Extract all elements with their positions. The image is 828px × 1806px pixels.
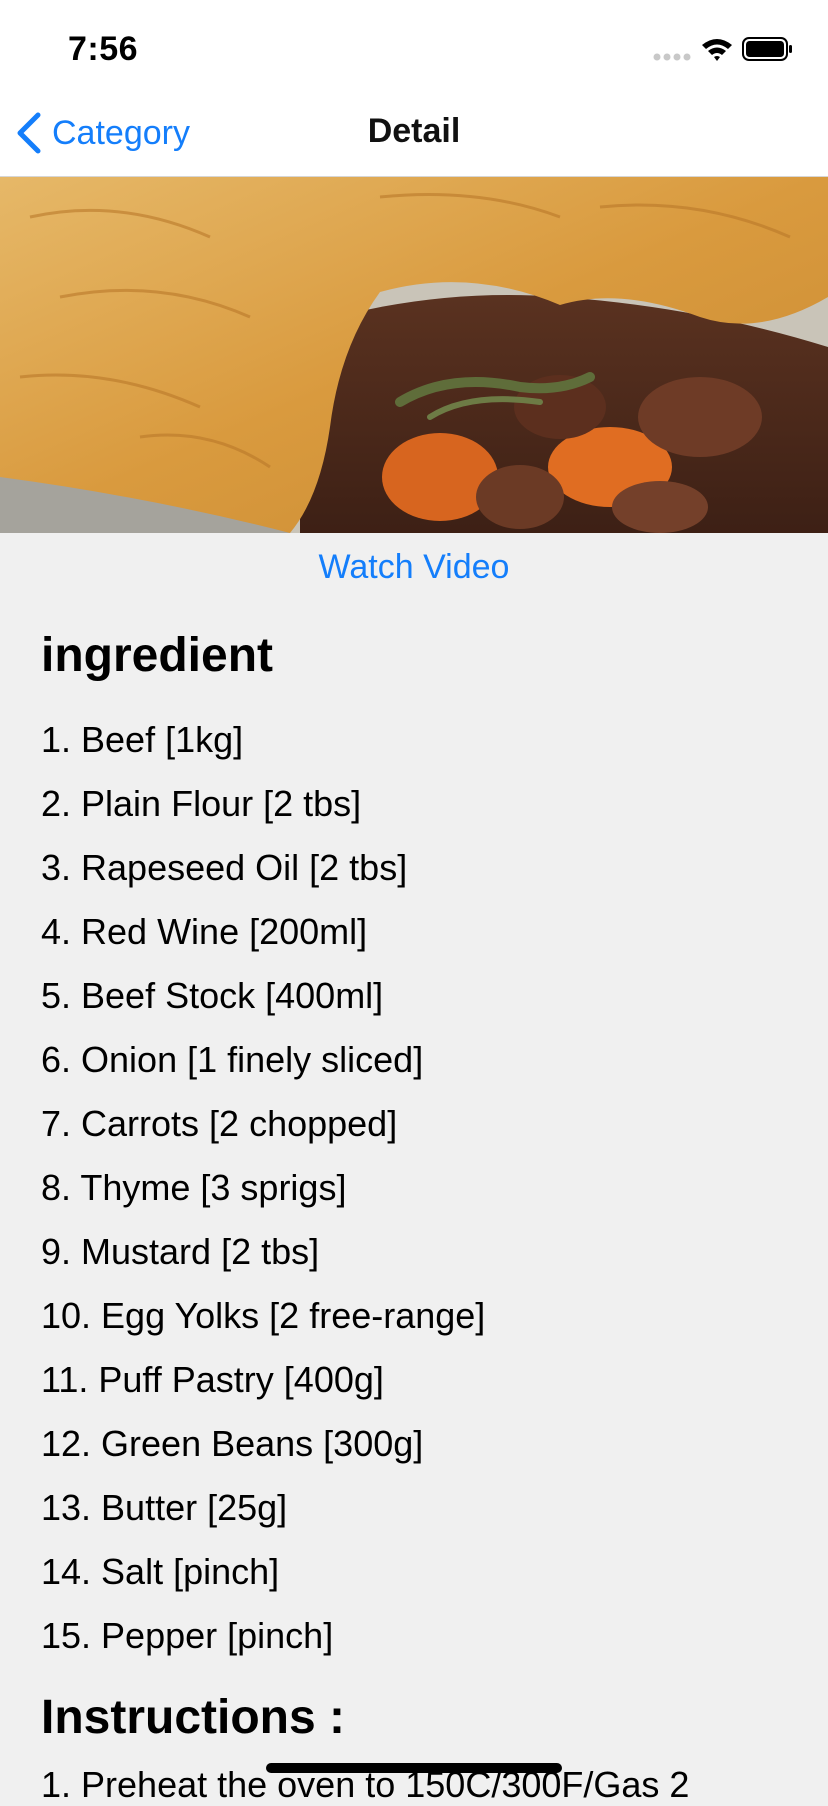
navigation-bar: Category Detail bbox=[0, 92, 828, 177]
status-time: 7:56 bbox=[68, 30, 139, 68]
home-indicator[interactable] bbox=[266, 1763, 562, 1773]
page-title: Detail bbox=[367, 112, 461, 150]
ingredient-item: 5. Beef Stock [400ml] bbox=[41, 975, 384, 1016]
ingredient-item: 7. Carrots [2 chopped] bbox=[41, 1103, 398, 1144]
ingredient-item: 15. Pepper [pinch] bbox=[41, 1615, 334, 1656]
watch-video-link[interactable]: Watch Video bbox=[0, 548, 828, 587]
recipe-image bbox=[0, 177, 828, 533]
meat-pie-image bbox=[0, 177, 828, 533]
battery-icon bbox=[742, 37, 792, 61]
ingredient-item: 11. Puff Pastry [400g] bbox=[41, 1359, 384, 1400]
instructions-heading: Instructions : bbox=[41, 1691, 346, 1744]
ingredient-item: 12. Green Beans [300g] bbox=[41, 1423, 424, 1464]
ingredient-item: 9. Mustard [2 tbs] bbox=[41, 1231, 320, 1272]
ingredient-item: 14. Salt [pinch] bbox=[41, 1551, 280, 1592]
wifi-icon bbox=[702, 39, 732, 61]
status-bar: 7:56 bbox=[0, 0, 828, 92]
ingredient-item: 10. Egg Yolks [2 free-range] bbox=[41, 1295, 486, 1336]
ingredients-heading: ingredient bbox=[41, 629, 274, 682]
ingredient-item: 4. Red Wine [200ml] bbox=[41, 911, 368, 952]
cellular-signal-icon bbox=[653, 53, 691, 61]
ingredient-item: 3. Rapeseed Oil [2 tbs] bbox=[41, 847, 408, 888]
ingredient-item: 13. Butter [25g] bbox=[41, 1487, 288, 1528]
ingredient-item: 6. Onion [1 finely sliced] bbox=[41, 1039, 424, 1080]
ingredient-item: 2. Plain Flour [2 tbs] bbox=[41, 783, 362, 824]
ingredient-list: 1. Beef [1kg] 2. Plain Flour [2 tbs] 3. … bbox=[41, 712, 485, 1672]
ingredient-item: 1. Beef [1kg] bbox=[41, 719, 244, 760]
ingredient-item: 8. Thyme [3 sprigs] bbox=[41, 1167, 347, 1208]
